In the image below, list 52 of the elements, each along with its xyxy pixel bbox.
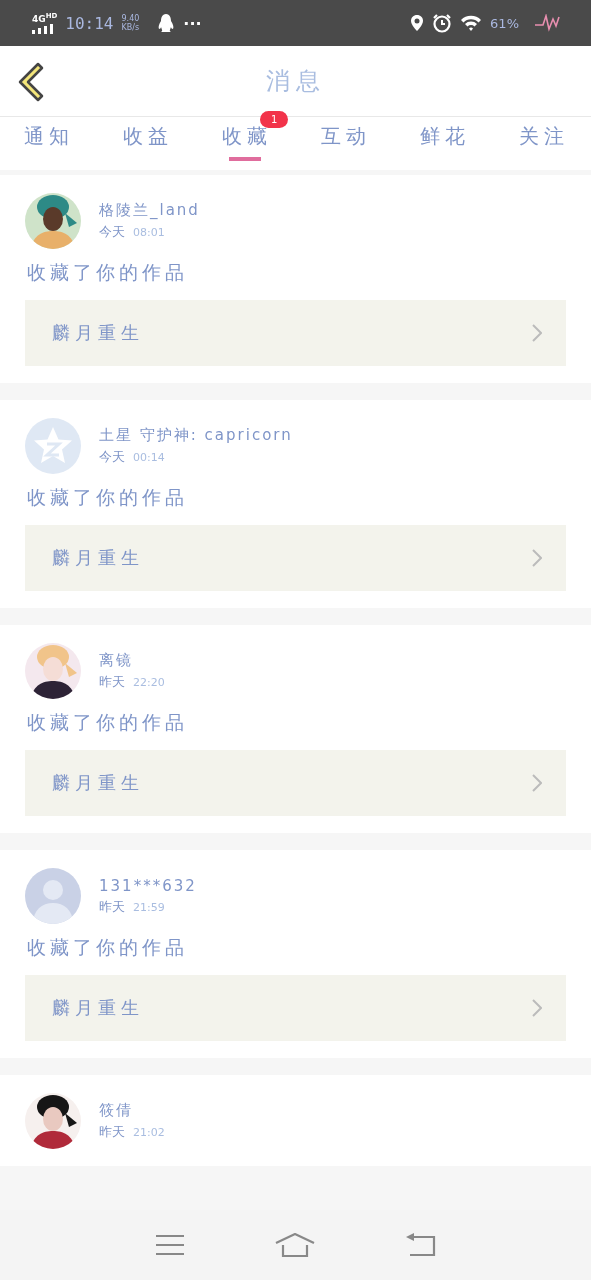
message-time: 21:59 (133, 900, 165, 914)
clock: 10:14 (65, 13, 114, 33)
page-title: 消息 (265, 66, 326, 97)
chevron-right-icon (532, 774, 542, 792)
alarm-icon (432, 13, 453, 33)
network-label: 4G$^{HD}$ (32, 12, 58, 24)
activity-icon (535, 14, 561, 32)
default-avatar-icon (25, 868, 81, 924)
message-text: 收藏了你的作品 (27, 710, 189, 735)
chevron-right-icon (532, 324, 542, 342)
user-name[interactable]: 离镜 (99, 651, 165, 670)
work-link[interactable]: 麟月重生 (25, 525, 566, 591)
message-text: 收藏了你的作品 (27, 485, 189, 510)
work-link[interactable]: 麟月重生 (25, 975, 566, 1041)
message-text: 收藏了你的作品 (27, 935, 189, 960)
back-icon[interactable] (16, 61, 44, 103)
back-nav-icon[interactable] (405, 1233, 436, 1257)
penguin-icon (157, 13, 176, 33)
message-day: 昨天 (99, 897, 125, 916)
user-name[interactable]: 筱倩 (99, 1101, 165, 1120)
signal-icon (32, 24, 56, 34)
message-time: 22:20 (133, 676, 165, 689)
tab[interactable]: 鲜花 (420, 117, 470, 164)
message-day: 今天 (99, 223, 125, 241)
message-day: 昨天 (99, 673, 125, 691)
work-link[interactable]: 麟月重生 (25, 300, 566, 366)
user-name[interactable]: 格陵兰_land (99, 201, 200, 220)
user-name[interactable]: 131***632 (99, 876, 197, 895)
tab[interactable]: 关注 (519, 117, 569, 164)
work-link[interactable]: 麟月重生 (25, 750, 566, 816)
tab[interactable]: 通知 (24, 117, 74, 164)
tab[interactable]: 互动 (321, 117, 371, 164)
count-badge: 1 (260, 111, 289, 128)
battery-percent: 61% (490, 15, 519, 31)
message-time: 21:02 (133, 1126, 165, 1139)
wifi-icon (460, 14, 483, 32)
message-day: 今天 (99, 448, 125, 466)
message-time: 00:14 (133, 451, 165, 464)
home-icon[interactable] (274, 1233, 315, 1257)
speed-unit: KB/s (121, 23, 140, 32)
default-avatar-icon (25, 418, 81, 474)
more-notifications: ··· (183, 13, 202, 33)
tab[interactable]: 收益 (123, 117, 173, 164)
message-time: 08:01 (133, 226, 165, 239)
chevron-right-icon (532, 999, 542, 1017)
location-icon (410, 14, 425, 32)
message-day: 昨天 (99, 1123, 125, 1141)
message-text: 收藏了你的作品 (27, 260, 189, 285)
speed-value: 9.40 (121, 14, 140, 23)
user-name[interactable]: 土星 守护神: capricorn (99, 426, 293, 445)
menu-icon[interactable] (155, 1234, 184, 1256)
chevron-right-icon (532, 549, 542, 567)
